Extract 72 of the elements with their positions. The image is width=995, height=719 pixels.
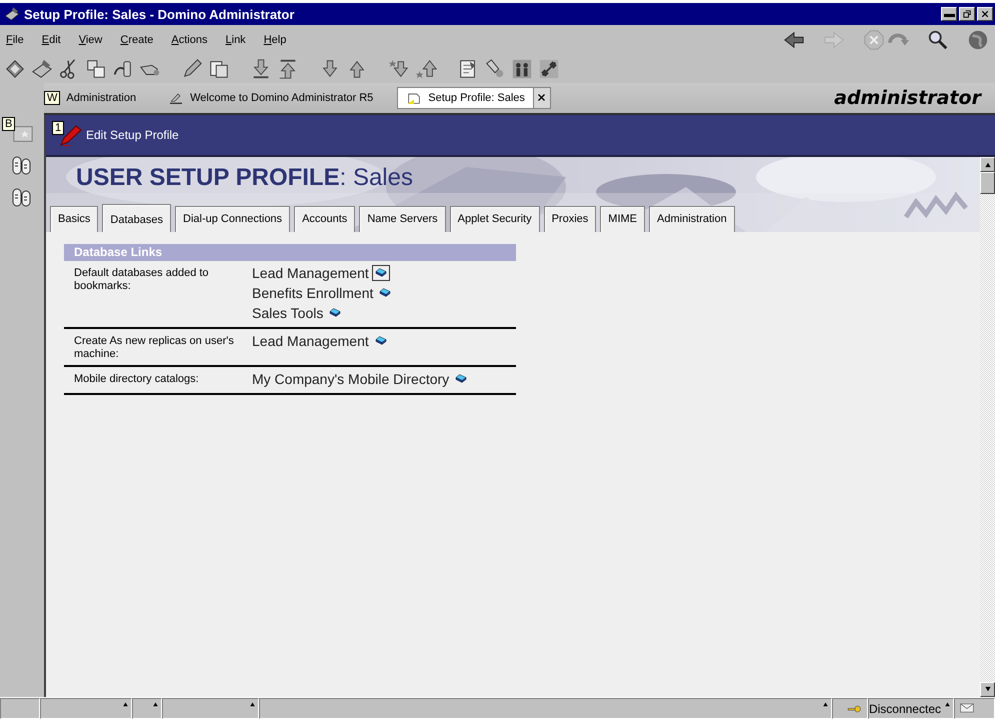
menu-item[interactable]: Link	[226, 34, 246, 46]
status-pane[interactable]	[162, 698, 259, 719]
menu-item[interactable]: Actions	[171, 34, 208, 46]
minimize-button[interactable]	[941, 7, 957, 21]
action-button[interactable]: Edit Setup Profile	[86, 128, 179, 142]
field-label: Default databases added to bookmarks:	[73, 266, 210, 294]
flashlight-icon[interactable]	[484, 58, 506, 80]
form-tab[interactable]: Name Servers	[359, 206, 446, 232]
form-tab[interactable]: Databases	[102, 204, 171, 232]
book-icon[interactable]	[31, 58, 53, 80]
diamond-icon[interactable]	[4, 58, 26, 80]
back-arrow-icon[interactable]	[783, 29, 805, 51]
menu-item[interactable]: Edit	[42, 34, 61, 46]
key-hint: 1	[52, 121, 64, 135]
section-header: Database Links	[64, 244, 516, 261]
menu-item[interactable]: File	[6, 34, 24, 46]
status-pane[interactable]	[132, 698, 162, 719]
search-icon[interactable]	[927, 29, 949, 51]
caret-icon	[984, 686, 992, 693]
up-arrow-icon[interactable]	[415, 58, 437, 80]
window-tab[interactable]: Welcome to Domino Administrator R5	[160, 87, 382, 109]
caret-icon	[122, 701, 129, 707]
window-tab[interactable]: Setup Profile: Sales	[397, 87, 534, 109]
status-pane[interactable]	[40, 698, 132, 719]
restore-icon	[962, 8, 972, 20]
window-tab[interactable]: Administration	[58, 87, 144, 109]
status-pane[interactable]	[259, 698, 832, 719]
caret-icon	[822, 701, 829, 707]
close-button[interactable]	[977, 7, 993, 21]
form-tab[interactable]: Basics	[50, 206, 98, 232]
form-tab[interactable]: Administration	[649, 206, 735, 232]
database-link[interactable]: My Company's Mobile Directory	[252, 369, 450, 389]
form-tab[interactable]: Accounts	[294, 206, 356, 232]
scroll-down-button[interactable]	[980, 682, 995, 697]
close-icon	[980, 8, 990, 20]
squares-icon[interactable]	[85, 58, 107, 80]
roller-icon[interactable]	[112, 58, 134, 80]
form-tab[interactable]: MIME	[600, 206, 646, 232]
user-name: administrator	[834, 87, 981, 109]
database-link[interactable]: Lead Management	[252, 263, 369, 283]
people-icon[interactable]	[511, 58, 533, 80]
key-hint: B	[2, 117, 16, 131]
minimize-icon	[944, 13, 954, 18]
window-title: Setup Profile: Sales - Domino Administrator	[24, 6, 296, 22]
scroll-thumb[interactable]	[980, 172, 995, 194]
down-arrow-icon[interactable]	[388, 58, 410, 80]
field-label: Create As new replicas on user's machine:	[73, 334, 235, 361]
status-pane[interactable]: Disconnectec	[868, 698, 954, 719]
scroll-up-button[interactable]	[980, 157, 995, 172]
database-link[interactable]: Benefits Enrollment	[252, 283, 374, 303]
field-label: Mobile directory catalogs:	[73, 372, 200, 387]
menu-item[interactable]: Help	[264, 34, 286, 46]
database-link[interactable]: Sales Tools	[252, 303, 324, 323]
pages-icon[interactable]	[208, 58, 230, 80]
menu-item[interactable]: View	[78, 34, 102, 46]
key-hint: W	[44, 91, 60, 105]
form-title: USER SETUP PROFILE: Sales	[75, 163, 414, 193]
restore-button[interactable]	[959, 7, 975, 21]
form-tab[interactable]: Dial-up Connections	[175, 206, 290, 232]
globe-icon[interactable]	[967, 29, 989, 51]
database-link[interactable]: Lead Management	[252, 331, 369, 351]
caret-icon	[249, 701, 256, 707]
caret-icon	[984, 161, 992, 168]
close-tab-button[interactable]	[534, 87, 551, 109]
menu-item[interactable]: Create	[120, 34, 154, 46]
caret-icon	[944, 701, 951, 707]
form-tab[interactable]: Proxies	[544, 206, 596, 232]
connection-status: Disconnectec	[868, 702, 941, 716]
form-tab[interactable]: Applet Security	[450, 206, 540, 232]
app-icon	[4, 6, 20, 22]
caret-icon	[152, 701, 159, 707]
pencil-icon[interactable]	[181, 58, 203, 80]
